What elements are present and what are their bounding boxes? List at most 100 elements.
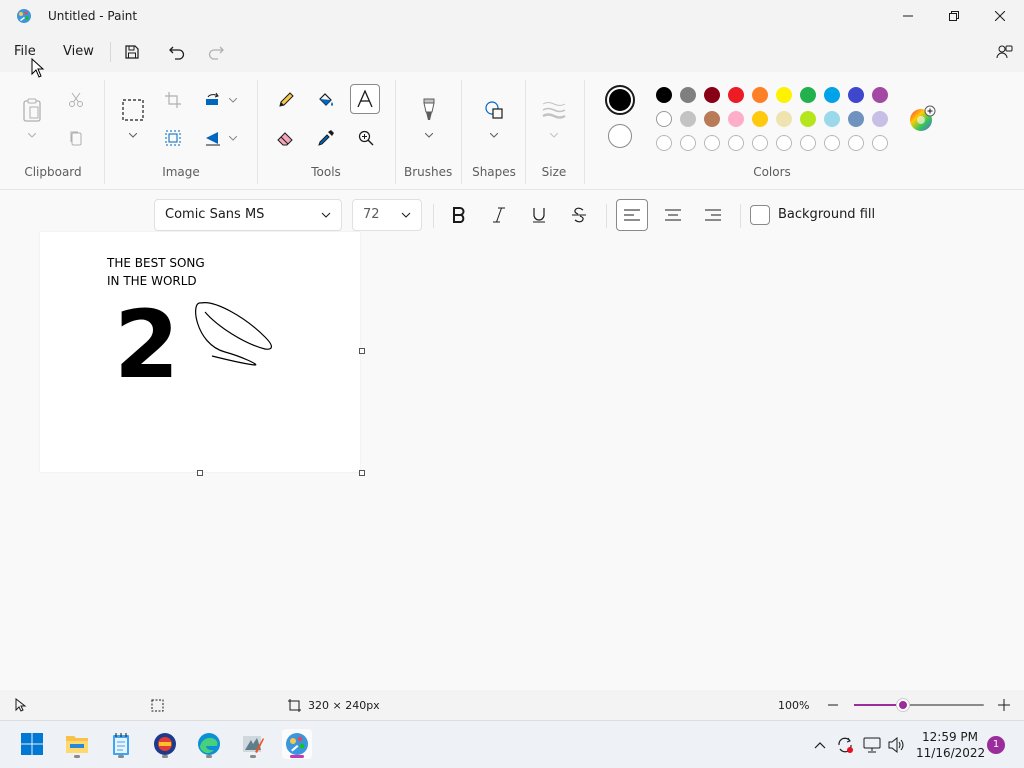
color-swatch[interactable] (848, 87, 864, 103)
underline-button[interactable] (523, 199, 555, 231)
color-swatch[interactable] (800, 87, 816, 103)
background-fill-checkbox[interactable] (750, 205, 770, 225)
bold-button[interactable] (443, 199, 475, 231)
color-swatch[interactable] (752, 111, 768, 127)
show-hidden-icons[interactable] (810, 735, 830, 755)
taskbar-paint[interactable] (282, 729, 312, 759)
color-swatch[interactable] (728, 87, 744, 103)
shapes-icon[interactable] (479, 95, 509, 125)
font-family-select[interactable]: Comic Sans MS (154, 199, 342, 231)
zoom-in-button[interactable] (997, 698, 1011, 712)
color-swatch[interactable] (824, 87, 840, 103)
custom-color-slot[interactable] (728, 135, 744, 151)
color-swatch[interactable] (872, 87, 888, 103)
color-swatch[interactable] (824, 111, 840, 127)
secondary-color[interactable] (608, 124, 632, 148)
color-swatch[interactable] (728, 111, 744, 127)
canvas-resize-handle-bottom[interactable] (197, 470, 203, 476)
taskbar-app-chrome-like[interactable] (150, 729, 180, 759)
zoom-slider-thumb[interactable] (897, 699, 910, 711)
color-swatch[interactable] (752, 87, 768, 103)
color-swatch[interactable] (704, 87, 720, 103)
align-center-button[interactable] (657, 199, 689, 231)
align-right-button[interactable] (697, 199, 729, 231)
rotate-icon[interactable] (198, 85, 228, 115)
custom-color-slot[interactable] (824, 135, 840, 151)
custom-color-slot[interactable] (752, 135, 768, 151)
color-swatch[interactable] (848, 111, 864, 127)
strikethrough-button[interactable] (563, 199, 595, 231)
taskbar-edge[interactable] (194, 729, 224, 759)
menu-view[interactable]: View (53, 38, 104, 66)
minimize-button[interactable] (885, 0, 931, 32)
color-swatch[interactable] (656, 87, 672, 103)
color-swatch[interactable] (656, 111, 672, 127)
volume-tray-icon[interactable] (887, 735, 907, 755)
flip-icon[interactable] (198, 123, 228, 153)
save-icon[interactable] (120, 40, 144, 64)
italic-button[interactable] (483, 199, 515, 231)
size-icon[interactable] (539, 95, 569, 125)
sync-tray-icon[interactable] (835, 735, 855, 755)
taskbar-notepad[interactable] (106, 729, 136, 759)
pencil-icon[interactable] (271, 85, 301, 115)
chevron-down-icon[interactable] (128, 130, 138, 140)
color-swatch[interactable] (680, 111, 696, 127)
color-swatch[interactable] (680, 87, 696, 103)
custom-color-slot[interactable] (776, 135, 792, 151)
chevron-down-icon[interactable] (489, 130, 499, 140)
font-size-select[interactable]: 72 (352, 199, 422, 231)
custom-color-slot[interactable] (704, 135, 720, 151)
ribbon-separator (104, 80, 105, 184)
color-swatch[interactable] (800, 111, 816, 127)
notification-badge[interactable]: 1 (987, 736, 1005, 754)
chevron-down-icon[interactable] (424, 130, 434, 140)
resize-icon[interactable] (158, 123, 188, 153)
strikethrough-icon (572, 207, 586, 223)
primary-color[interactable] (605, 85, 635, 115)
custom-color-slot[interactable] (656, 135, 672, 151)
chevron-down-icon[interactable] (549, 130, 559, 140)
text-icon[interactable] (350, 84, 380, 114)
cut-icon[interactable] (61, 85, 91, 115)
network-tray-icon[interactable] (862, 735, 882, 755)
chevron-down-icon[interactable] (228, 133, 238, 143)
drawing-canvas[interactable]: THE BEST SONG IN THE WORLD 2 (40, 232, 360, 472)
taskbar-clock[interactable]: 12:59 PM 11/16/2022 (916, 729, 985, 761)
edit-colors-icon[interactable] (907, 104, 937, 134)
taskbar-file-explorer[interactable] (62, 729, 92, 759)
close-button[interactable] (977, 0, 1023, 32)
canvas-resize-handle-corner[interactable] (359, 470, 365, 476)
account-icon[interactable] (992, 40, 1016, 64)
chevron-down-icon[interactable] (228, 95, 238, 105)
paste-icon[interactable] (17, 95, 47, 125)
crop-icon[interactable] (158, 85, 188, 115)
custom-color-slot[interactable] (680, 135, 696, 151)
undo-icon[interactable] (165, 40, 189, 64)
color-picker-icon[interactable] (311, 123, 341, 153)
start-button[interactable] (17, 729, 47, 759)
align-left-button[interactable] (616, 199, 648, 231)
custom-color-slot[interactable] (800, 135, 816, 151)
color-swatch[interactable] (776, 111, 792, 127)
eraser-icon[interactable] (271, 123, 301, 153)
zoom-out-button[interactable] (826, 698, 840, 712)
custom-color-slot[interactable] (872, 135, 888, 151)
canvas-resize-handle-right[interactable] (359, 348, 365, 354)
zoom-slider[interactable] (854, 699, 984, 711)
copy-icon[interactable] (61, 123, 91, 153)
color-swatch[interactable] (776, 87, 792, 103)
chevron-down-icon[interactable] (27, 130, 37, 140)
zoom-level[interactable]: 100% (778, 699, 809, 712)
restore-button[interactable] (931, 0, 977, 32)
color-swatch[interactable] (872, 111, 888, 127)
fill-icon[interactable] (311, 85, 341, 115)
color-swatch[interactable] (704, 111, 720, 127)
custom-color-slot[interactable] (848, 135, 864, 151)
taskbar-app-editor[interactable] (238, 729, 268, 759)
magnifier-icon[interactable] (351, 123, 381, 153)
folder-icon (66, 736, 88, 753)
select-icon[interactable] (118, 95, 148, 125)
brush-icon[interactable] (414, 95, 444, 125)
redo-icon[interactable] (204, 40, 228, 64)
